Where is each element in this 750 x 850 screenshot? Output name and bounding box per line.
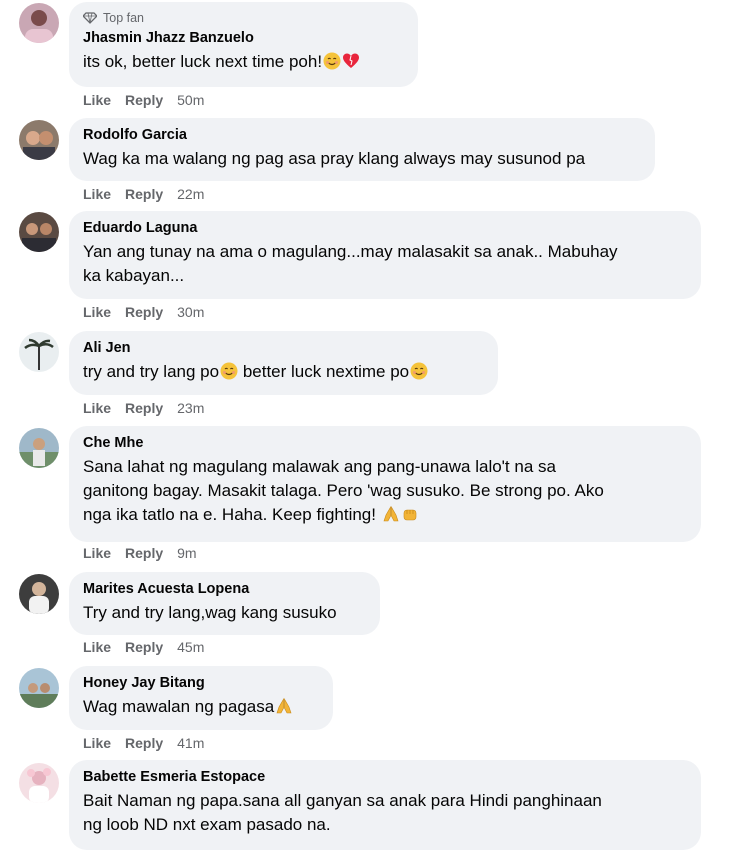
smile-emoji-icon (410, 362, 428, 380)
comment-bubble: Rodolfo Garcia Wag ka ma walang ng pag a… (69, 118, 655, 181)
fist-emoji-icon (403, 509, 417, 521)
pray-emoji-icon (383, 505, 399, 522)
reply-button[interactable]: Reply (125, 735, 163, 751)
reply-button[interactable]: Reply (125, 639, 163, 655)
comment-bubble: Babette Esmeria Estopace Bait Naman ng p… (69, 760, 701, 850)
avatar[interactable] (19, 668, 59, 708)
heart-emoji-icon (343, 53, 360, 68)
comment-bubble: Honey Jay Bitang Wag mawalan ng pagasa (69, 666, 333, 730)
avatar[interactable] (19, 212, 59, 252)
comment-text: Bait Naman ng papa.sana all ganyan sa an… (83, 791, 602, 834)
comment-author[interactable]: Babette Esmeria Estopace (83, 768, 687, 787)
like-button[interactable]: Like (83, 400, 111, 416)
comment-text: Try and try lang,wag kang susuko (83, 603, 337, 622)
comment-bubble: Eduardo Laguna Yan ang tunay na ama o ma… (69, 211, 701, 299)
like-button[interactable]: Like (83, 735, 111, 751)
comment-bubble: Ali Jen try and try lang po better luck … (69, 331, 498, 395)
comment-author[interactable]: Jhasmin Jhazz Banzuelo (83, 29, 404, 48)
avatar[interactable] (19, 120, 59, 160)
avatar[interactable] (19, 428, 59, 468)
comment-time[interactable]: 23m (177, 400, 204, 416)
comment-actions: Like Reply 22m (83, 186, 204, 202)
comment-time[interactable]: 45m (177, 639, 204, 655)
comment-time[interactable]: 9m (177, 545, 196, 561)
comment-time[interactable]: 30m (177, 304, 204, 320)
comment-time[interactable]: 41m (177, 735, 204, 751)
comment-text: Wag ka ma walang ng pag asa pray klang a… (83, 149, 586, 168)
comment-text: try and try lang po better luck nextime … (83, 360, 484, 384)
smile-emoji-icon (323, 52, 341, 70)
like-button[interactable]: Like (83, 92, 111, 108)
comment-bubble: Che Mhe Sana lahat ng magulang malawak a… (69, 426, 701, 542)
avatar[interactable] (19, 332, 59, 372)
comment-time[interactable]: 22m (177, 186, 204, 202)
avatar[interactable] (19, 763, 59, 803)
comment-author[interactable]: Rodolfo Garcia (83, 126, 641, 145)
pray-emoji-icon (276, 697, 292, 714)
comment-actions: Like Reply 41m (83, 735, 204, 751)
comment-actions: Like Reply 50m (83, 92, 204, 108)
comment-actions: Like Reply 9m (83, 545, 197, 561)
comment-author[interactable]: Ali Jen (83, 339, 484, 358)
reply-button[interactable]: Reply (125, 186, 163, 202)
comment-text: Yan ang tunay na ama o magulang...may ma… (83, 242, 618, 285)
reply-button[interactable]: Reply (125, 92, 163, 108)
reply-button[interactable]: Reply (125, 400, 163, 416)
comment-author[interactable]: Eduardo Laguna (83, 219, 687, 238)
comment-text: Wag mawalan ng pagasa (83, 695, 319, 719)
reply-button[interactable]: Reply (125, 304, 163, 320)
top-fan-badge: Top fan (83, 10, 404, 26)
avatar[interactable] (19, 574, 59, 614)
comment-actions: Like Reply 30m (83, 304, 204, 320)
smile-emoji-icon (220, 362, 238, 380)
comment-author[interactable]: Marites Acuesta Lopena (83, 580, 366, 599)
comment-actions: Like Reply 45m (83, 639, 204, 655)
avatar[interactable] (19, 3, 59, 43)
like-button[interactable]: Like (83, 639, 111, 655)
comment-bubble: Top fan Jhasmin Jhazz Banzuelo its ok, b… (69, 2, 418, 87)
like-button[interactable]: Like (83, 304, 111, 320)
comment-text: its ok, better luck next time poh! (83, 50, 404, 74)
comment-time[interactable]: 50m (177, 92, 204, 108)
comment-author[interactable]: Honey Jay Bitang (83, 674, 319, 693)
comment-text: Sana lahat ng magulang malawak ang pang-… (83, 457, 604, 524)
comment-author[interactable]: Che Mhe (83, 434, 687, 453)
like-button[interactable]: Like (83, 186, 111, 202)
diamond-icon (83, 12, 97, 24)
reply-button[interactable]: Reply (125, 545, 163, 561)
comment-actions: Like Reply 23m (83, 400, 204, 416)
comment-bubble: Marites Acuesta Lopena Try and try lang,… (69, 572, 380, 635)
like-button[interactable]: Like (83, 545, 111, 561)
